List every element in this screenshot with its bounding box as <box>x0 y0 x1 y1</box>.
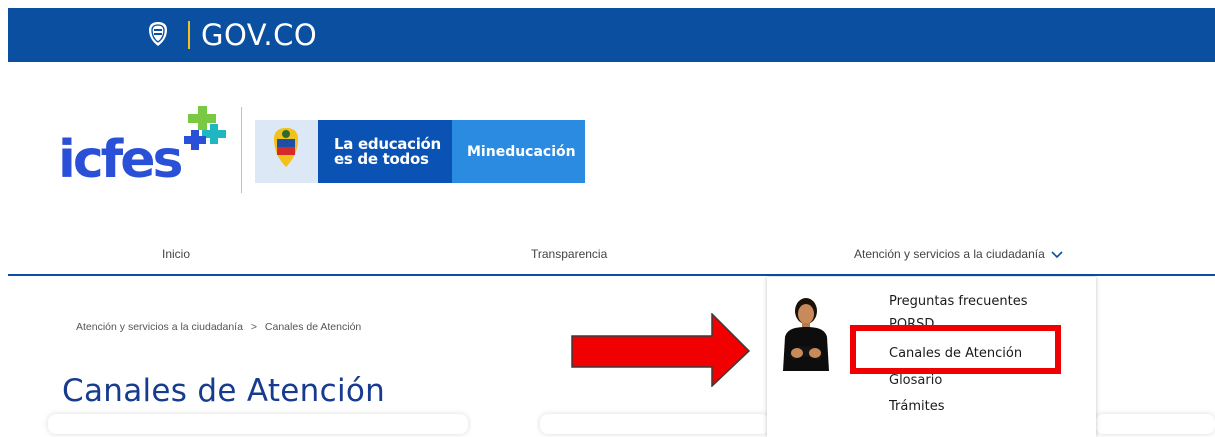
icfes-wordmark: icfes <box>58 130 183 190</box>
red-highlight-box <box>850 325 1061 374</box>
gov-divider <box>188 21 190 49</box>
page-title: Canales de Atención <box>62 372 386 409</box>
ministry-name: Mineducación <box>467 144 576 160</box>
red-arrow-annotation <box>571 313 751 387</box>
mineducacion-banner[interactable]: La educación es de todos Mineducación <box>255 120 585 183</box>
shield-box <box>255 120 318 183</box>
nav-item-inicio[interactable]: Inicio <box>162 246 190 262</box>
nav-item-transparencia[interactable]: Transparencia <box>531 246 607 262</box>
breadcrumb-parent[interactable]: Atención y servicios a la ciudadanía <box>76 321 243 333</box>
icfes-star-icon <box>184 106 226 150</box>
gov-co-link[interactable]: GOV.CO <box>201 18 317 52</box>
content-card <box>1095 414 1215 434</box>
colombia-coat-of-arms-icon <box>274 128 298 167</box>
logo-separator <box>241 107 242 193</box>
breadcrumb: Atención y servicios a la ciudadanía > C… <box>76 321 361 333</box>
dropdown-item-preguntas-frecuentes[interactable]: Preguntas frecuentes <box>889 294 1028 310</box>
sign-language-interpreter-icon <box>783 298 829 371</box>
slogan-box: La educación es de todos <box>318 120 452 183</box>
dropdown-item-tramites[interactable]: Trámites <box>889 399 945 415</box>
nav-underline <box>8 274 1215 276</box>
chevron-down-icon <box>1051 251 1063 258</box>
slogan-text: La educación es de todos <box>334 137 441 167</box>
nav-item-atencion-label: Atención y servicios a la ciudadanía <box>854 247 1045 261</box>
nav-item-atencion[interactable]: Atención y servicios a la ciudadanía <box>854 246 1063 262</box>
breadcrumb-current: Canales de Atención <box>264 321 362 333</box>
colombia-coat-of-arms-icon <box>149 22 167 46</box>
dropdown-item-glosario[interactable]: Glosario <box>889 373 942 389</box>
content-card <box>48 414 468 434</box>
slogan-line-2: es de todos <box>334 150 429 168</box>
content-card <box>540 414 770 434</box>
gov-co-bar: GOV.CO <box>8 8 1215 62</box>
breadcrumb-separator: > <box>250 321 257 333</box>
